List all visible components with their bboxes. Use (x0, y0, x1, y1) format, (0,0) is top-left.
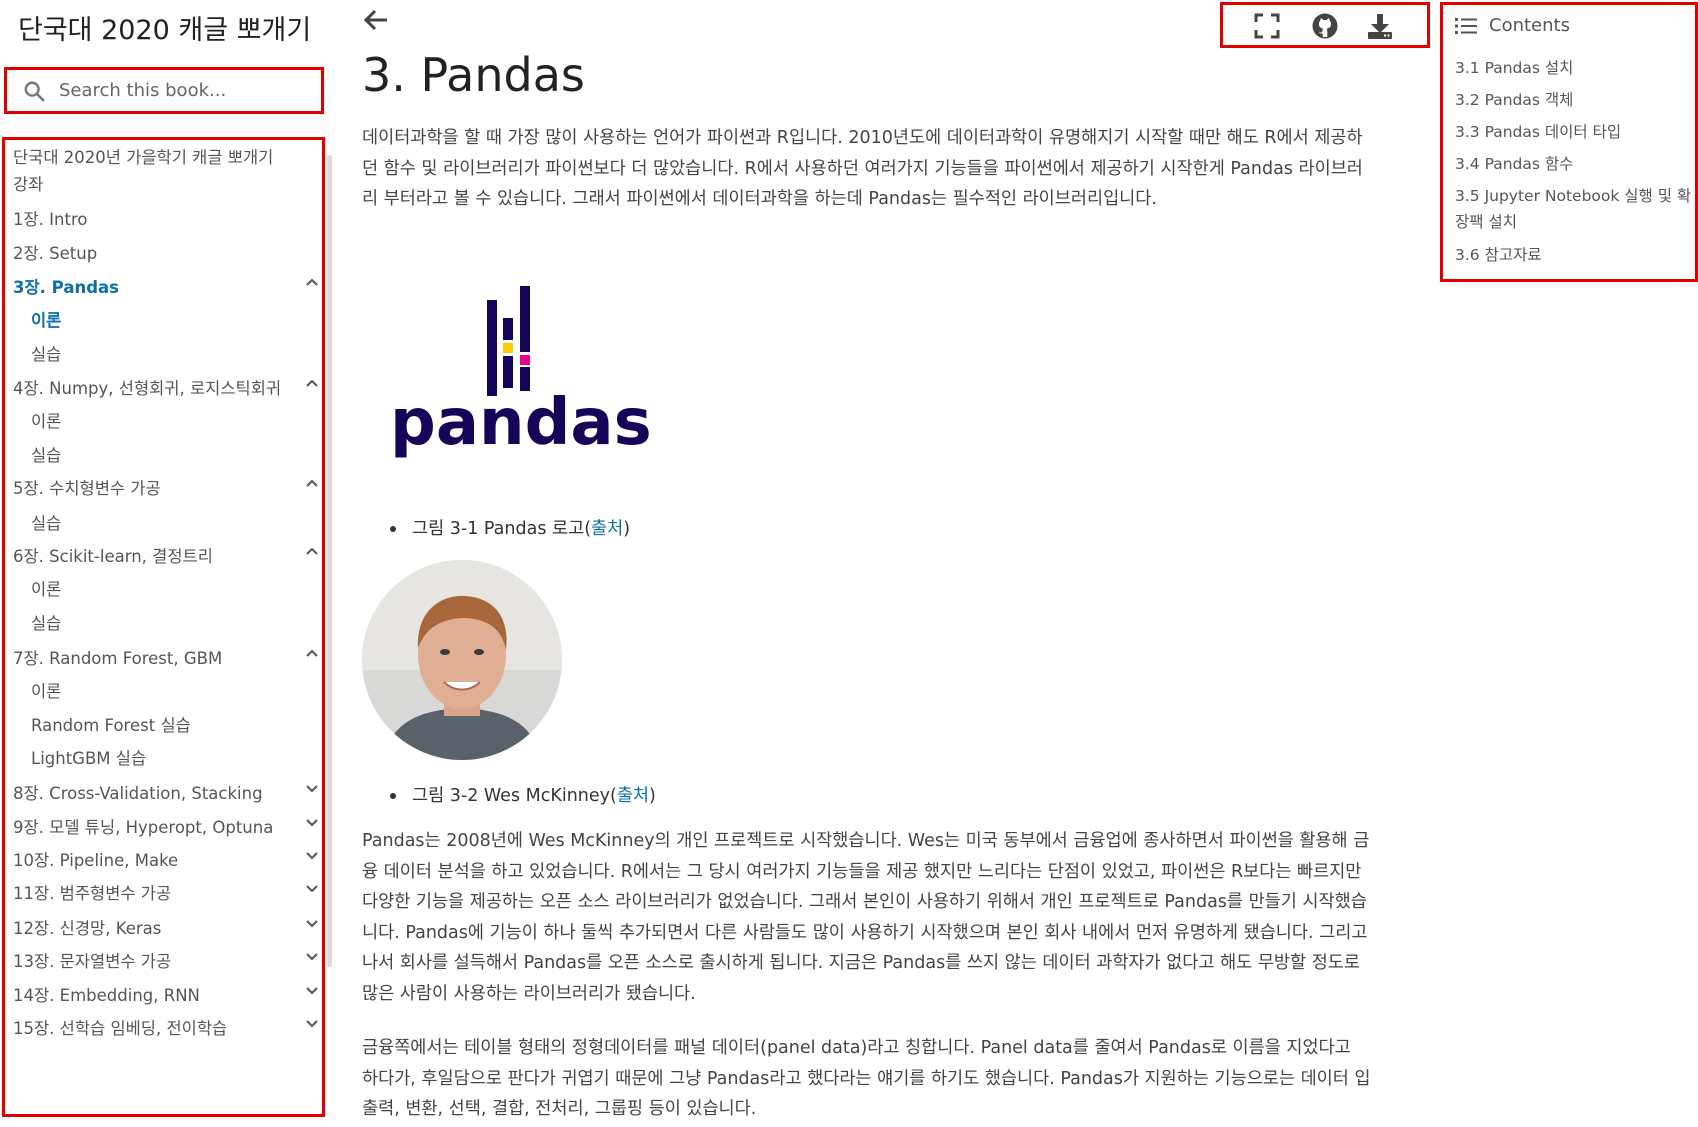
search-icon (24, 81, 45, 101)
wes-mckinney-photo (362, 560, 562, 760)
sidebar-item-lgbm-practice[interactable]: LightGBM 실습 (31, 745, 146, 769)
sidebar: 단국대 2020 캐글 뽀개기 단국대 2020년 가을학기 캐글 뽀개기 강좌… (0, 0, 332, 1127)
sidebar-item-course-home[interactable]: 단국대 2020년 가을학기 캐글 뽀개기 강좌 (13, 144, 293, 198)
bullet (390, 526, 396, 532)
sidebar-item-numeric-practice[interactable]: 실습 (31, 510, 61, 534)
sidebar-item-scikit-learn[interactable]: 6장. Scikit-learn, 결정트리 (13, 543, 213, 567)
chevron-down-icon[interactable] (305, 883, 319, 893)
search-box[interactable] (4, 67, 324, 114)
sidebar-item-pandas-theory[interactable]: 이론 (31, 307, 61, 331)
github-icon[interactable] (1311, 12, 1339, 40)
chevron-down-icon[interactable] (305, 918, 319, 928)
list-icon (1455, 17, 1477, 34)
sidebar-item-intro[interactable]: 1장. Intro (13, 206, 87, 230)
header-toolbar (1220, 2, 1430, 48)
caption-close: ) (649, 786, 656, 806)
toc-item-references[interactable]: 3.6 참고자료 (1455, 242, 1695, 268)
chevron-up-icon[interactable] (305, 378, 319, 388)
chevron-up-icon[interactable] (305, 546, 319, 556)
sidebar-item-transfer-learning[interactable]: 15장. 선학습 임베딩, 전이학습 (13, 1015, 227, 1039)
chevron-up-icon[interactable] (305, 648, 319, 658)
chevron-up-icon[interactable] (305, 478, 319, 488)
source-link[interactable]: 출처 (591, 519, 623, 539)
sidebar-item-pandas[interactable]: 3장. Pandas (13, 274, 119, 298)
caption-close: ) (623, 519, 631, 539)
toc-item-functions[interactable]: 3.4 Pandas 함수 (1455, 151, 1695, 177)
sidebar-item-categorical[interactable]: 11장. 범주형변수 가공 (13, 880, 171, 904)
pandas-logo-graphic: pandas (390, 286, 652, 460)
book-title[interactable]: 단국대 2020 캐글 뽀개기 (18, 8, 311, 47)
sidebar-item-numpy-practice[interactable]: 실습 (31, 442, 61, 466)
back-arrow-icon[interactable] (362, 6, 390, 34)
intro-paragraph: 데이터과학을 할 때 가장 많이 사용하는 언어가 파이썬과 R입니다. 201… (362, 128, 1363, 209)
sidebar-item-text-features[interactable]: 13장. 문자열변수 가공 (13, 948, 171, 972)
sidebar-nav: 단국대 2020년 가을학기 캐글 뽀개기 강좌 1장. Intro 2장. S… (2, 137, 325, 1117)
toc-title: Contents (1489, 15, 1570, 36)
search-input[interactable] (59, 80, 299, 101)
sidebar-item-sklearn-theory[interactable]: 이론 (31, 576, 61, 600)
download-icon[interactable] (1366, 12, 1394, 40)
sidebar-item-random-forest[interactable]: 7장. Random Forest, GBM (13, 645, 222, 669)
name-origin-paragraph: 금융쪽에서는 테이블 형태의 정형데이터를 패널 데이터(panel data)… (362, 1038, 1371, 1119)
toc-item-jupyter[interactable]: 3.5 Jupyter Notebook 실행 및 확장팩 설치 (1455, 183, 1695, 235)
chevron-down-icon[interactable] (305, 850, 319, 860)
toc-item-objects[interactable]: 3.2 Pandas 객체 (1455, 87, 1695, 113)
sidebar-item-numeric-features[interactable]: 5장. 수치형변수 가공 (13, 475, 161, 499)
sidebar-item-sklearn-practice[interactable]: 실습 (31, 610, 61, 634)
toc-item-install[interactable]: 3.1 Pandas 설치 (1455, 55, 1695, 81)
bullet (390, 793, 396, 799)
toc-item-data-types[interactable]: 3.3 Pandas 데이터 타입 (1455, 119, 1695, 145)
figure-caption-2: 그림 3-2 Wes McKinney(출처) (390, 782, 656, 807)
table-of-contents: Contents 3.1 Pandas 설치 3.2 Pandas 객체 3.3… (1440, 2, 1698, 282)
sidebar-item-numpy-theory[interactable]: 이론 (31, 408, 61, 432)
pandas-logo: pandas (390, 280, 655, 480)
page-title: 3. Pandas (362, 48, 585, 102)
sidebar-scrollbar[interactable] (327, 155, 332, 967)
sidebar-item-pipeline[interactable]: 10장. Pipeline, Make (13, 847, 178, 871)
sidebar-item-setup[interactable]: 2장. Setup (13, 240, 97, 264)
sidebar-item-numpy[interactable]: 4장. Numpy, 선형회귀, 로지스틱회귀 (13, 375, 281, 399)
sidebar-item-rf-theory[interactable]: 이론 (31, 678, 61, 702)
sidebar-item-embedding[interactable]: 14장. Embedding, RNN (13, 982, 200, 1006)
sidebar-item-tuning[interactable]: 9장. 모델 튜닝, Hyperopt, Optuna (13, 814, 273, 838)
sidebar-item-cross-validation[interactable]: 8장. Cross-Validation, Stacking (13, 780, 263, 804)
fullscreen-icon[interactable] (1253, 12, 1281, 40)
pandas-logo-text: pandas (390, 386, 652, 460)
chevron-down-icon[interactable] (305, 951, 319, 961)
caption-text: 그림 3-2 Wes McKinney( (412, 786, 617, 806)
sidebar-item-keras[interactable]: 12장. 신경망, Keras (13, 915, 161, 939)
history-paragraph: Pandas는 2008년에 Wes McKinney의 개인 프로젝트로 시작… (362, 831, 1370, 1004)
source-link[interactable]: 출처 (617, 786, 649, 806)
chevron-down-icon[interactable] (305, 1018, 319, 1028)
chevron-up-icon[interactable] (305, 277, 319, 287)
figure-caption-1: 그림 3-1 Pandas 로고(출처) (390, 515, 630, 540)
sidebar-item-pandas-practice[interactable]: 실습 (31, 341, 61, 365)
chevron-down-icon[interactable] (305, 817, 319, 827)
caption-text: 그림 3-1 Pandas 로고( (412, 519, 592, 539)
chevron-down-icon[interactable] (305, 985, 319, 995)
toc-heading: Contents (1455, 15, 1570, 36)
sidebar-item-rf-practice[interactable]: Random Forest 실습 (31, 712, 191, 736)
chevron-down-icon[interactable] (305, 783, 319, 793)
